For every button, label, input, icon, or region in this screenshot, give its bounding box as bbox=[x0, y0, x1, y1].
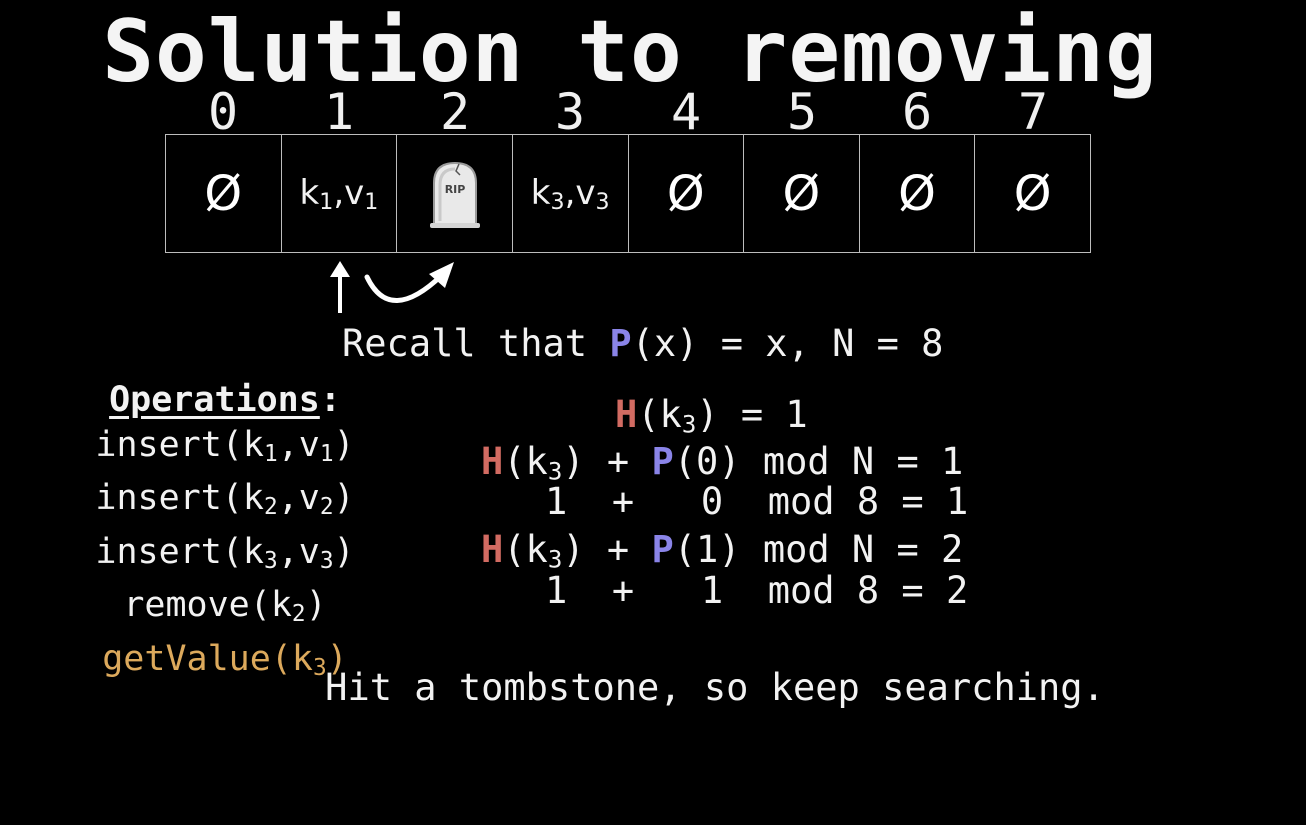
index-label-7: 7 bbox=[1017, 83, 1049, 141]
hash-value-line: H(k3) = 1 bbox=[615, 393, 808, 439]
operations-header: Operations: bbox=[109, 380, 341, 420]
up-arrow-icon bbox=[330, 261, 350, 313]
table-cell-4: Ø bbox=[629, 135, 745, 252]
operation-item: insert(k3,v3) bbox=[95, 531, 355, 574]
index-label-0: 0 bbox=[207, 83, 239, 141]
probe-0-calculation: 1 + 0 mod 8 = 1 bbox=[545, 480, 969, 523]
table-cell-5: Ø bbox=[744, 135, 860, 252]
table-cell-2: RIP bbox=[397, 135, 513, 252]
key-value-pair: k1,v1 bbox=[299, 172, 379, 215]
index-label-6: 6 bbox=[901, 83, 933, 141]
empty-slot-symbol: Ø bbox=[898, 165, 936, 222]
hash-table: Ø k1,v1 RIP k3,v3 Ø Ø Ø Ø bbox=[165, 134, 1091, 253]
probe-arrows bbox=[330, 261, 454, 313]
operation-item: insert(k2,v2) bbox=[95, 478, 355, 520]
probe-1-calculation: 1 + 1 mod 8 = 2 bbox=[545, 569, 969, 612]
index-label-4: 4 bbox=[670, 83, 702, 141]
caption-hint: Hit a tombstone, so keep searching. bbox=[325, 666, 1105, 709]
empty-slot-symbol: Ø bbox=[1013, 165, 1052, 222]
empty-slot-symbol: Ø bbox=[204, 165, 243, 222]
index-label-2: 2 bbox=[439, 83, 471, 141]
index-label-5: 5 bbox=[786, 83, 818, 141]
tombstone-label: RIP bbox=[444, 183, 465, 196]
index-label-3: 3 bbox=[554, 83, 586, 141]
table-cell-7: Ø bbox=[975, 135, 1090, 252]
table-cell-0: Ø bbox=[166, 135, 282, 252]
key-value-pair: k3,v3 bbox=[530, 172, 610, 215]
recall-formula: Recall that P(x) = x, N = 8 bbox=[342, 322, 944, 365]
operation-remove: remove(k2) bbox=[123, 585, 327, 627]
table-cell-1: k1,v1 bbox=[282, 135, 398, 252]
table-cell-6: Ø bbox=[860, 135, 976, 252]
empty-slot-symbol: Ø bbox=[666, 165, 705, 222]
tombstone-icon: RIP bbox=[429, 161, 480, 228]
table-cell-3: k3,v3 bbox=[513, 135, 629, 252]
operation-item: insert(k1,v1) bbox=[95, 424, 355, 467]
empty-slot-symbol: Ø bbox=[782, 165, 821, 222]
curved-arrow-icon bbox=[364, 262, 454, 303]
operations-list: Operations: insert(k1,v1) insert(k2,v2) … bbox=[60, 378, 390, 690]
index-label-1: 1 bbox=[323, 83, 355, 141]
